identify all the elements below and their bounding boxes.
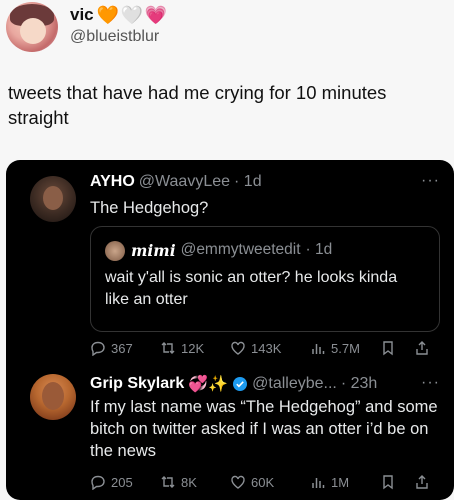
avatar-face bbox=[43, 186, 63, 210]
verified-badge-icon bbox=[233, 377, 248, 391]
share-button[interactable] bbox=[414, 474, 434, 490]
share-icon bbox=[416, 341, 428, 355]
reply-count: 367 bbox=[111, 340, 133, 356]
views-icon bbox=[312, 478, 325, 488]
views-button[interactable]: 1M bbox=[310, 474, 380, 490]
quoted-tweet[interactable]: mimi @emmytweetedit · 1d wait y'all is s… bbox=[90, 226, 440, 332]
bookmark-icon bbox=[383, 475, 393, 490]
tweet1-action-bar: 367 12K 143K 5.7M bbox=[90, 340, 446, 356]
quoted-avatar bbox=[105, 241, 125, 261]
pink-heart-icon: 💗 bbox=[144, 5, 167, 25]
tweet2-header: Grip Skylark 💞✨ @talleybe... · 23h bbox=[90, 374, 377, 394]
reply-button[interactable]: 367 bbox=[90, 340, 160, 356]
heart-icon bbox=[231, 475, 245, 489]
views-count: 5.7M bbox=[331, 340, 360, 356]
like-count: 143K bbox=[251, 340, 282, 356]
reply-icon bbox=[91, 475, 105, 490]
tweet1-more-icon[interactable]: ··· bbox=[421, 172, 440, 190]
reply-count: 205 bbox=[111, 474, 133, 490]
quoted-handle: @emmytweetedit bbox=[180, 241, 301, 258]
like-button[interactable]: 60K bbox=[230, 474, 310, 490]
white-heart-icon: 🤍 bbox=[120, 5, 143, 25]
retweet-count: 12K bbox=[181, 340, 205, 356]
quoted-text: wait y'all is sonic an otter? he looks k… bbox=[105, 269, 398, 308]
share-icon bbox=[416, 475, 428, 489]
views-icon bbox=[312, 344, 325, 354]
tweet2-time[interactable]: · 23h bbox=[341, 375, 377, 393]
heart-icon bbox=[231, 341, 245, 355]
bookmark-button[interactable] bbox=[380, 340, 414, 356]
outer-name-row: vic 🧡 🤍 💗 bbox=[70, 4, 167, 26]
reply-button[interactable]: 205 bbox=[90, 474, 160, 490]
like-count: 60K bbox=[251, 474, 275, 490]
outer-avatar[interactable] bbox=[6, 2, 58, 52]
outer-tweet-text: tweets that have had me crying for 10 mi… bbox=[8, 82, 387, 128]
tweet2-name-emoji: 💞✨ bbox=[188, 376, 229, 393]
tweet1-time[interactable]: · 1d bbox=[234, 173, 262, 191]
outer-tweet-header: vic 🧡 🤍 💗 @blueistblur bbox=[6, 2, 446, 52]
retweet-button[interactable]: 8K bbox=[160, 474, 230, 490]
tweet1-avatar[interactable] bbox=[30, 176, 76, 222]
tweet2-handle[interactable]: @talleybe... bbox=[252, 375, 337, 393]
quoted-time: · 1d bbox=[305, 241, 333, 258]
outer-handle[interactable]: @blueistblur bbox=[70, 28, 159, 46]
tweet1-display-name[interactable]: AYHO bbox=[90, 173, 135, 191]
views-button[interactable]: 5.7M bbox=[310, 340, 380, 356]
retweet-button[interactable]: 12K bbox=[160, 340, 230, 356]
tweet1-handle[interactable]: @WaavyLee bbox=[139, 173, 230, 191]
tweet2-avatar[interactable] bbox=[30, 374, 76, 420]
outer-display-name[interactable]: vic bbox=[70, 5, 94, 25]
reply-icon bbox=[91, 341, 105, 356]
tweet1-header: AYHO @WaavyLee · 1d bbox=[90, 173, 262, 191]
share-button[interactable] bbox=[414, 340, 434, 356]
orange-heart-icon: 🧡 bbox=[96, 5, 119, 25]
quoted-display-name: mimi bbox=[131, 241, 176, 260]
tweet1-text: The Hedgehog? bbox=[90, 199, 209, 217]
avatar-face bbox=[20, 18, 46, 44]
retweet-icon bbox=[161, 342, 175, 354]
retweet-count: 8K bbox=[181, 474, 197, 490]
tweet2-display-name[interactable]: Grip Skylark bbox=[90, 375, 184, 393]
bookmark-button[interactable] bbox=[380, 474, 414, 490]
bookmark-icon bbox=[383, 341, 393, 356]
like-button[interactable]: 143K bbox=[230, 340, 310, 356]
tweet2-more-icon[interactable]: ··· bbox=[421, 374, 440, 392]
views-count: 1M bbox=[331, 474, 350, 490]
embedded-tweets-card: AYHO @WaavyLee · 1d ··· The Hedgehog? mi… bbox=[6, 160, 454, 500]
avatar-face bbox=[42, 382, 64, 410]
tweet2-text: If my last name was “The Hedgehog” and s… bbox=[90, 398, 438, 460]
quoted-header: mimi @emmytweetedit · 1d bbox=[131, 241, 332, 260]
retweet-icon bbox=[161, 476, 175, 488]
tweet2-action-bar: 205 8K 60K 1M bbox=[90, 474, 446, 490]
